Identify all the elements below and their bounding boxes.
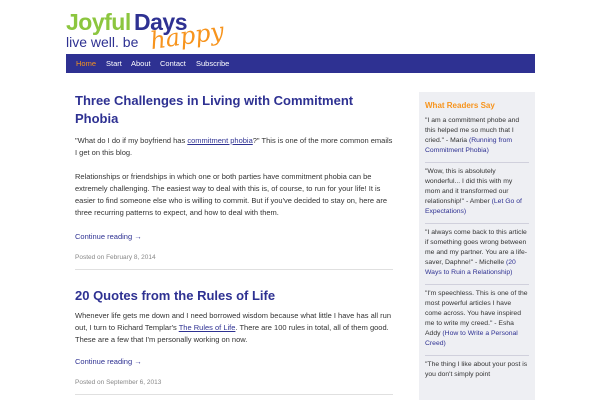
testimonial: "I always come back to this article if s… xyxy=(425,228,529,278)
testimonial-quote: "The thing I like about your post is you… xyxy=(425,361,528,378)
nav-contact[interactable]: Contact xyxy=(160,54,186,73)
testimonial: "I am a commitment phobe and this helped… xyxy=(425,116,529,156)
post-paragraph: "What do I do if my boyfriend has commit… xyxy=(75,135,393,159)
site-logo[interactable]: Joyful Days live well. be happy xyxy=(66,8,236,55)
nav-subscribe[interactable]: Subscribe xyxy=(196,54,229,73)
post-meta: Posted on February 8, 2014 xyxy=(75,254,156,261)
post: 20 Quotes from the Rules of Life Wheneve… xyxy=(75,287,393,395)
post-list: Three Challenges in Living with Commitme… xyxy=(75,92,393,395)
inline-link[interactable]: commitment phobia xyxy=(187,136,252,145)
post-paragraph: Whenever life gets me down and I need bo… xyxy=(75,310,393,346)
nav-start[interactable]: Start xyxy=(106,54,122,73)
sidebar-heading: What Readers Say xyxy=(425,101,495,110)
testimonial-divider xyxy=(425,162,529,163)
main-nav: Home Start About Contact Subscribe xyxy=(66,54,535,73)
testimonial: "The thing I like about your post is you… xyxy=(425,360,529,380)
testimonial-divider xyxy=(425,284,529,285)
post-divider xyxy=(75,269,393,270)
logo-word-joyful: Joyful xyxy=(66,9,131,35)
continue-reading-link[interactable]: Continue reading → xyxy=(75,231,393,243)
post-meta: Posted on September 6, 2013 xyxy=(75,379,162,386)
continue-reading-link[interactable]: Continue reading → xyxy=(75,356,393,368)
post-excerpt: Whenever life gets me down and I need bo… xyxy=(75,310,393,346)
logo-tagline: live well. be xyxy=(66,34,139,50)
testimonial: "Wow, this is absolutely wonderful... I … xyxy=(425,167,529,217)
post-title[interactable]: Three Challenges in Living with Commitme… xyxy=(75,92,393,128)
sidebar: What Readers Say "I am a commitment phob… xyxy=(419,92,535,400)
inline-link[interactable]: The Rules of Life xyxy=(179,323,236,332)
post-title[interactable]: 20 Quotes from the Rules of Life xyxy=(75,287,393,305)
post: Three Challenges in Living with Commitme… xyxy=(75,92,393,270)
nav-home[interactable]: Home xyxy=(76,54,96,73)
nav-about[interactable]: About xyxy=(131,54,151,73)
post-divider xyxy=(75,394,393,395)
post-excerpt: "What do I do if my boyfriend has commit… xyxy=(75,135,393,219)
testimonial: "I'm speechless. This is one of the most… xyxy=(425,289,529,349)
testimonial-divider xyxy=(425,223,529,224)
paragraph-text: "What do I do if my boyfriend has xyxy=(75,136,188,145)
testimonial-divider xyxy=(425,355,529,356)
post-paragraph: Relationships or friendships in which on… xyxy=(75,172,388,217)
